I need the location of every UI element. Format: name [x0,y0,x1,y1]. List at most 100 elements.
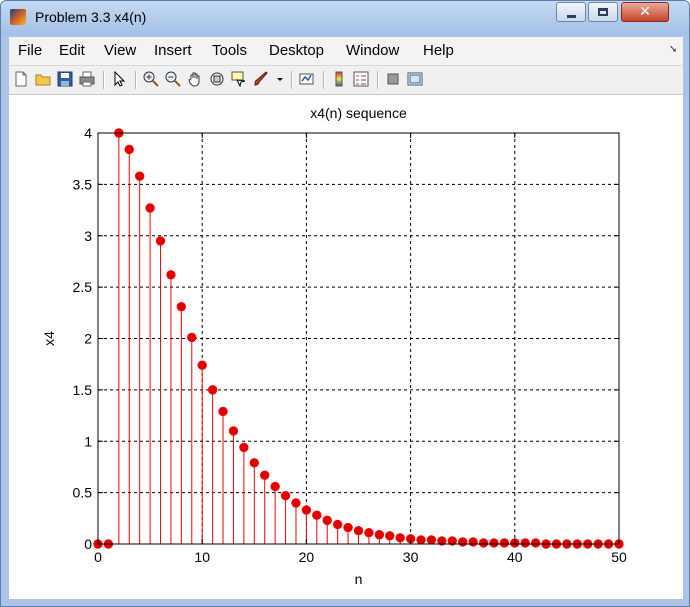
stem-point [530,538,541,548]
stem-point [478,538,489,548]
stem-marker [301,505,312,515]
menu-window[interactable]: Window [346,42,399,59]
open-file-icon[interactable] [35,71,51,87]
stem-marker [145,203,155,213]
stem-marker [155,236,166,246]
x-tick-label: 20 [299,549,315,565]
stem-marker [385,531,395,541]
menu-view[interactable]: View [104,42,136,59]
stem-point [489,538,499,548]
stem-marker [416,535,426,545]
save-icon[interactable] [57,71,73,87]
stem-marker [478,538,489,548]
toolbar-separator [291,71,293,89]
toolbar-separator [103,71,105,89]
stem-marker [249,458,260,468]
brush-icon[interactable] [253,71,269,87]
figure-canvas: 0 10 20 30 40 50 0 0.5 1 1.5 2 2.5 3 3.5 4 x4(n) seque… [9,95,683,599]
stem-marker [166,270,176,280]
minimize-button[interactable] [556,2,586,22]
stem-marker [124,144,134,155]
figure-window: Problem 3.3 x4(n) ✕ File Edit View Inser… [0,0,690,607]
menu-desktop[interactable]: Desktop [269,42,324,59]
stem-marker [343,522,353,533]
close-icon: ✕ [639,4,651,20]
menu-overflow-arrow-icon[interactable]: ➘ [669,44,677,55]
menu-help[interactable]: Help [423,42,454,59]
menu-bar: File Edit View Insert Tools Desktop Wind… [9,37,683,66]
menu-file[interactable]: File [18,42,42,59]
toolbar-separator [135,71,137,89]
data-cursor-icon[interactable] [231,71,247,87]
stem-marker [228,426,239,436]
x-tick-label: 0 [94,549,102,565]
menu-tools[interactable]: Tools [212,42,247,59]
stem-marker [239,442,249,453]
stem-point [458,537,468,547]
stem-marker [270,481,280,492]
hide-plot-tools-icon[interactable] [385,71,401,87]
stem-point [468,537,478,547]
stem-marker [395,533,405,543]
maximize-button[interactable] [588,2,618,22]
stem-marker [489,538,499,548]
window-title: Problem 3.3 x4(n) [35,9,147,25]
stem-marker [176,301,187,312]
link-plot-icon[interactable] [299,71,315,87]
rotate-3d-icon[interactable] [209,71,225,87]
y-axis-label: x4 [41,331,57,346]
stem-marker [458,537,468,547]
stem-marker [468,537,478,547]
colorbar-icon[interactable] [331,71,347,87]
zoom-out-icon[interactable] [165,71,181,87]
stem-marker [353,525,364,536]
stem-marker [187,332,197,343]
y-tick-label: 3 [84,228,92,244]
y-tick-label: 2.5 [73,279,93,295]
menu-insert[interactable]: Insert [154,42,192,59]
stem-marker [322,515,332,526]
stem-marker [530,538,541,548]
new-figure-icon[interactable] [13,71,29,87]
stem-marker [364,527,374,538]
dropdown-arrow-icon[interactable] [275,71,285,87]
print-icon[interactable] [79,71,95,87]
toolbar-separator [323,71,325,89]
stem-marker [207,385,218,395]
legend-icon[interactable] [353,71,369,87]
matlab-logo-icon [10,9,26,25]
stem-marker [291,498,301,508]
x-tick-label: 40 [507,549,523,565]
pan-hand-icon[interactable] [187,71,203,87]
stem-marker [374,530,385,540]
close-button[interactable]: ✕ [621,2,669,22]
stem-point [416,535,426,545]
show-plot-tools-icon[interactable] [407,71,423,87]
figure-toolbar [9,66,683,95]
menu-edit[interactable]: Edit [59,42,85,59]
y-tick-label: 2 [84,331,92,347]
stem-marker [260,470,270,480]
pointer-icon[interactable] [111,71,127,87]
stem-marker [280,491,291,501]
maximize-icon [598,8,608,16]
zoom-in-icon[interactable] [143,71,159,87]
title-bar[interactable]: Problem 3.3 x4(n) ✕ [1,1,689,35]
stem-marker [134,171,145,181]
toolbar-separator [377,71,379,89]
stem-marker [197,360,207,370]
chart-title: x4(n) sequence [310,105,407,121]
minimize-icon [566,14,576,18]
stem-point [426,535,437,545]
stem-marker [520,538,530,548]
y-tick-label: 1.5 [73,382,93,398]
x-tick-label: 50 [611,549,627,565]
stem-plot[interactable]: 0 10 20 30 40 50 0 0.5 1 1.5 2 2.5 3 3.5 4 x4(n) seque… [9,95,683,599]
y-tick-label: 3.5 [73,176,93,192]
stem-marker [312,510,322,520]
stem-point [499,538,510,548]
stem-marker [218,406,228,417]
y-tick-label: 1 [84,433,92,449]
stem-marker [426,535,437,545]
x-tick-label: 10 [194,549,210,565]
